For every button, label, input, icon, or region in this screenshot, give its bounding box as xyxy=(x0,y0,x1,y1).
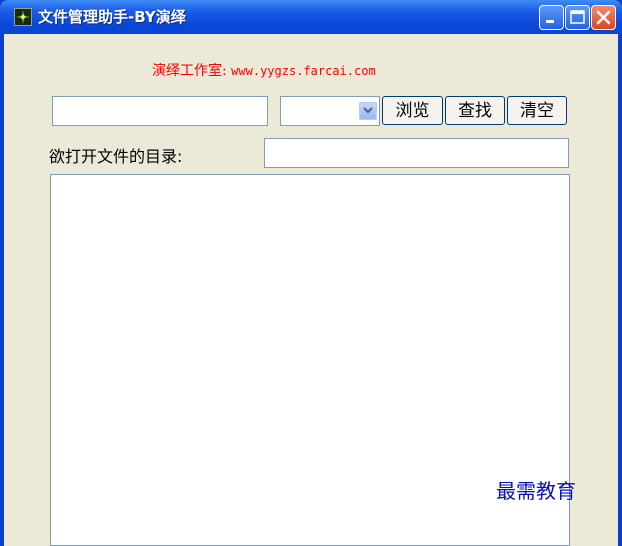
close-icon xyxy=(596,10,611,25)
file-list-area[interactable] xyxy=(50,174,570,546)
clear-button[interactable]: 清空 xyxy=(507,96,567,125)
directory-label: 欲打开文件的目录: xyxy=(49,147,183,166)
client-area: 演绎工作室: www.yygzs.farcai.com 浏览 查找 清空 欲打开… xyxy=(4,34,618,546)
dropdown-arrow-button[interactable] xyxy=(359,102,377,120)
studio-header: 演绎工作室: www.yygzs.farcai.com xyxy=(152,60,376,80)
app-icon xyxy=(14,8,32,26)
studio-url[interactable]: www.yygzs.farcai.com xyxy=(231,64,376,78)
app-window: 文件管理助手-BY演绎 演绎工作室: www.yygzs.farcai.com xyxy=(0,0,622,546)
directory-input[interactable] xyxy=(264,138,569,168)
path-input[interactable] xyxy=(52,96,268,126)
search-button[interactable]: 查找 xyxy=(445,96,505,125)
minimize-icon xyxy=(546,20,554,23)
maximize-button[interactable] xyxy=(565,5,590,30)
title-bar[interactable]: 文件管理助手-BY演绎 xyxy=(0,0,622,34)
file-type-select[interactable] xyxy=(280,96,380,126)
minimize-button[interactable] xyxy=(539,5,564,30)
maximize-icon xyxy=(570,10,585,24)
chevron-down-icon xyxy=(363,107,373,114)
close-button[interactable] xyxy=(591,5,616,30)
browse-button[interactable]: 浏览 xyxy=(382,96,443,125)
window-title: 文件管理助手-BY演绎 xyxy=(38,8,186,26)
watermark-text: 最需教育 xyxy=(496,479,576,503)
studio-name: 演绎工作室: xyxy=(152,63,227,79)
